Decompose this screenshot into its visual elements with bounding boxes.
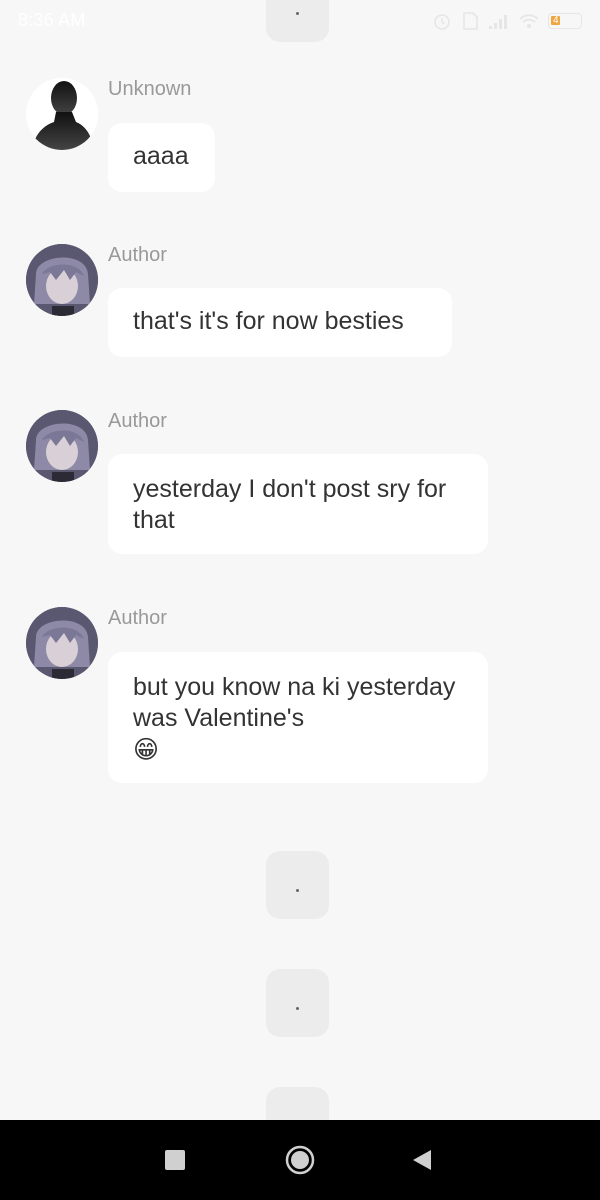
message-bubble[interactable]: that's it's for now besties [108,288,452,357]
circle-icon [285,1145,315,1175]
message-text: that's it's for now besties [133,307,404,335]
message-bubble[interactable]: but you know na ki yesterday was Valenti… [108,652,488,783]
message-text: aaaa [133,142,189,170]
sim-icon [463,12,478,30]
avatar-author[interactable] [26,410,98,482]
signal-icon [489,15,507,29]
anime-character-avatar-icon [26,410,98,482]
sender-name: Author [108,410,167,432]
navigation-bar [0,1120,600,1200]
message-text: yesterday I don't post sry for that [133,475,447,534]
battery-indicator: 4 [548,13,582,29]
avatar-author[interactable] [26,244,98,316]
avatar-author[interactable] [26,607,98,679]
square-icon [165,1150,185,1170]
sender-name: Author [108,244,167,266]
sender-name: Unknown [108,78,192,100]
chapter-divider [266,851,329,919]
avatar-unknown[interactable] [26,78,98,150]
status-time: 8:36 AM [18,10,86,30]
recent-apps-button[interactable] [155,1140,195,1180]
chapter-divider [266,969,329,1037]
divider-dot [296,1007,299,1010]
alarm-icon [434,14,450,30]
message-text: but you know na ki yesterday was Valenti… [133,673,456,732]
status-bar: 8:36 AM 4 [0,0,600,42]
home-button[interactable] [280,1140,320,1180]
message-bubble[interactable]: aaaa [108,123,215,192]
triangle-back-icon [413,1150,431,1170]
grinning-emoji-icon: 😁 [133,735,160,764]
status-icons: 4 [432,10,582,32]
chat-thread: Unknown aaaa Author that's it's for now … [0,0,600,1155]
back-button[interactable] [402,1140,442,1180]
anime-character-avatar-icon [26,607,98,679]
wifi-icon [519,14,539,28]
anime-character-avatar-icon [26,244,98,316]
divider-dot [296,889,299,892]
battery-level-text: 4 [553,15,559,26]
silhouette-avatar-icon [26,78,98,150]
message-bubble[interactable]: yesterday I don't post sry for that [108,454,488,554]
sender-name: Author [108,607,167,629]
